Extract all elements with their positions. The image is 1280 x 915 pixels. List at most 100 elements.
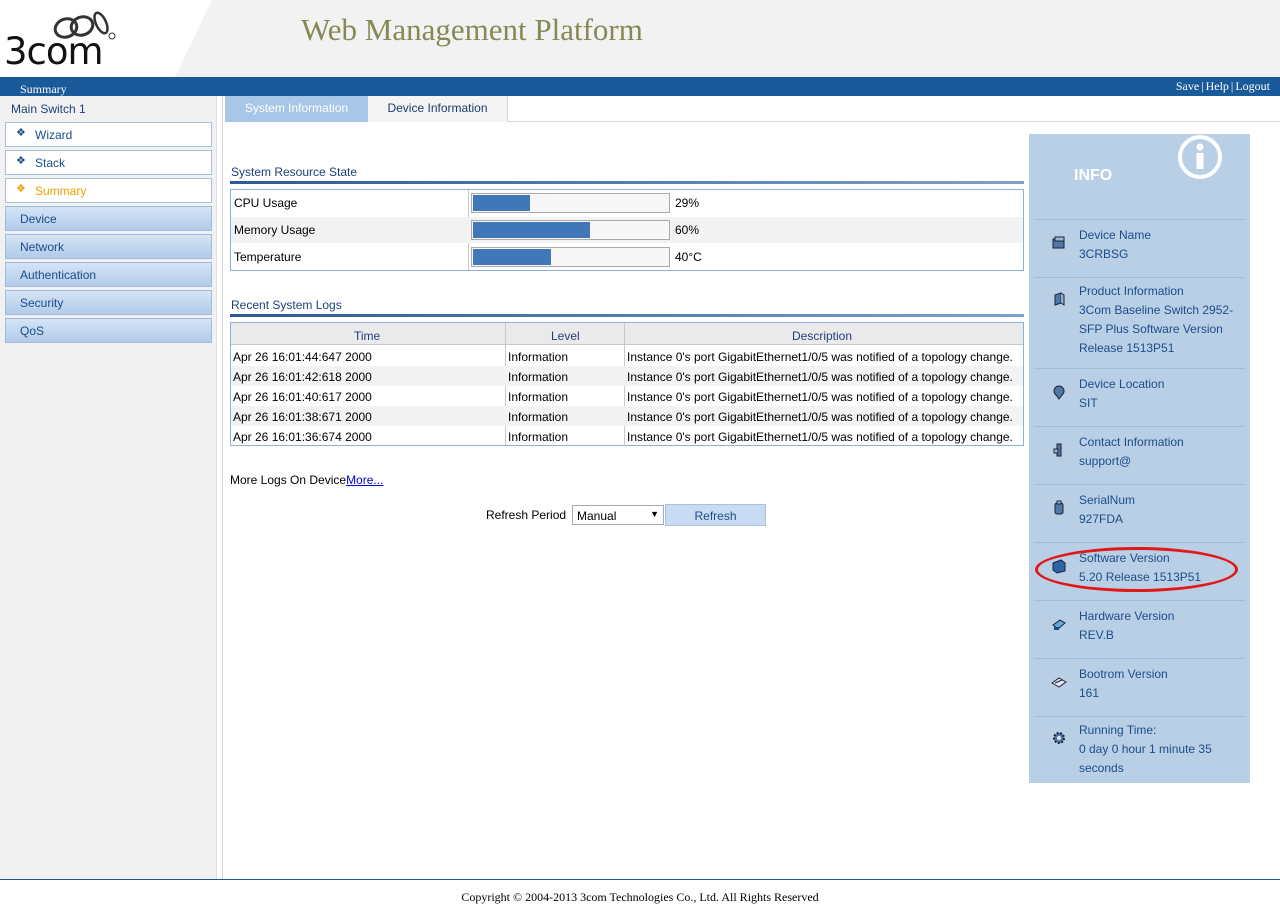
memory-usage-bar	[471, 220, 670, 240]
sidebar-item-network[interactable]: Network	[5, 234, 212, 259]
more-logs-label: More Logs On Device	[230, 473, 347, 487]
log-level: Information	[508, 370, 569, 384]
info-value: 927FDA	[1079, 512, 1124, 526]
info-panel: INFO Device Name 3CRBSG Product Informat…	[1029, 134, 1250, 783]
section-divider	[230, 314, 1024, 317]
sidebar: Main Switch 1 ❖ Wizard ❖ Stack ❖ Summary…	[0, 96, 217, 879]
save-link[interactable]: Save	[1176, 79, 1199, 93]
bar-fill	[473, 222, 590, 238]
table-row: Apr 26 16:01:44:647 2000 Information Ins…	[231, 346, 1023, 366]
more-logs-link[interactable]: More...	[346, 473, 383, 487]
info-key: Software Version	[1079, 551, 1170, 565]
product-info-icon	[1054, 292, 1065, 306]
temperature-bar	[471, 247, 670, 267]
diamond-icon: ❖	[16, 127, 26, 139]
sidebar-item-label: Network	[20, 240, 65, 254]
log-description: Instance 0's port GigabitEthernet1/0/5 w…	[627, 390, 1013, 404]
location-icon	[1053, 385, 1065, 400]
info-key: Device Location	[1079, 377, 1165, 391]
info-key: Product Information	[1079, 284, 1184, 298]
info-key: Hardware Version	[1079, 609, 1175, 623]
footer-divider	[0, 879, 1280, 880]
log-time: Apr 26 16:01:36:674 2000	[233, 430, 372, 444]
info-divider	[1034, 484, 1245, 485]
info-divider	[1034, 600, 1245, 601]
sidebar-item-security[interactable]: Security	[5, 290, 212, 315]
link-separator: |	[1230, 79, 1234, 93]
device-name-icon	[1052, 236, 1065, 249]
info-value: 161	[1079, 686, 1100, 700]
log-description: Instance 0's port GigabitEthernet1/0/5 w…	[627, 430, 1013, 444]
resource-label: Temperature	[234, 250, 302, 264]
header: 3com Web Management Platform	[0, 0, 1280, 77]
diamond-icon: ❖	[16, 183, 26, 195]
help-link[interactable]: Help	[1206, 79, 1229, 93]
column-header-time: Time	[354, 329, 381, 343]
sidebar-item-device[interactable]: Device	[5, 206, 212, 231]
log-level: Information	[508, 350, 569, 364]
info-value: 3Com Baseline Switch 2952-SFP Plus Softw…	[1079, 303, 1234, 355]
sidebar-item-label: QoS	[20, 324, 45, 338]
refresh-button[interactable]: Refresh	[665, 504, 766, 526]
bootrom-icon	[1051, 677, 1067, 688]
chevron-down-icon: ▼	[650, 509, 659, 519]
info-icon	[1178, 135, 1222, 179]
breadcrumb: Summary	[20, 82, 67, 96]
refresh-period-select[interactable]: Manual ▼	[572, 505, 664, 525]
info-value: 5.20 Release 1513P51	[1079, 570, 1202, 584]
info-key: Contact Information	[1079, 435, 1184, 449]
table-row: Apr 26 16:01:42:618 2000 Information Ins…	[231, 366, 1023, 386]
info-value: 0 day 0 hour 1 minute 35 seconds	[1079, 742, 1212, 775]
sidebar-item-label: Stack	[35, 156, 66, 170]
cpu-usage-bar	[471, 193, 670, 213]
content-divider	[222, 96, 223, 879]
resource-row-cpu: CPU Usage 29%	[231, 190, 1023, 216]
logout-link[interactable]: Logout	[1235, 79, 1270, 93]
sidebar-item-label: Authentication	[20, 268, 97, 282]
tab-device-information[interactable]: Device Information	[368, 96, 508, 122]
logo: 3com	[0, 0, 212, 77]
hardware-icon	[1052, 619, 1066, 630]
resource-value: 60%	[675, 223, 700, 237]
info-divider	[1034, 277, 1245, 278]
tab-system-information[interactable]: System Information	[225, 96, 368, 122]
sidebar-item-summary[interactable]: ❖ Summary	[5, 178, 212, 203]
tab-bar: System Information Device Information	[225, 96, 1280, 122]
resource-table: CPU Usage 29% Memory Usage 60% Temperatu…	[230, 189, 1024, 271]
log-level: Information	[508, 410, 569, 424]
resource-section-title: System Resource State	[231, 165, 358, 179]
resource-row-temperature: Temperature 40°C	[231, 244, 1023, 270]
info-value: REV.B	[1079, 628, 1114, 642]
sidebar-item-label: Security	[20, 296, 64, 310]
more-logs-line: More Logs On DeviceMore...	[230, 473, 383, 487]
info-divider	[1034, 426, 1245, 427]
column-header-level: Level	[551, 329, 580, 343]
sidebar-item-label: Wizard	[35, 128, 73, 142]
section-divider	[230, 181, 1024, 184]
info-divider	[1034, 368, 1245, 369]
log-level: Information	[508, 430, 569, 444]
column-header-description: Description	[792, 329, 853, 343]
info-divider	[1034, 658, 1245, 659]
diamond-icon: ❖	[16, 155, 26, 167]
sidebar-item-wizard[interactable]: ❖ Wizard	[5, 122, 212, 147]
log-time: Apr 26 16:01:38:671 2000	[233, 410, 372, 424]
resource-label: Memory Usage	[234, 223, 316, 237]
refresh-period-value: Manual	[577, 509, 617, 523]
logs-table: Time Level Description Apr 26 16:01:44:6…	[230, 322, 1024, 446]
contact-icon	[1053, 443, 1062, 457]
log-description: Instance 0's port GigabitEthernet1/0/5 w…	[627, 370, 1013, 384]
serial-icon	[1054, 500, 1064, 515]
sidebar-item-label: Summary	[35, 184, 87, 198]
sidebar-item-authentication[interactable]: Authentication	[5, 262, 212, 287]
bar-fill	[473, 195, 530, 211]
info-divider	[1034, 542, 1245, 543]
sidebar-item-stack[interactable]: ❖ Stack	[5, 150, 212, 175]
sidebar-item-qos[interactable]: QoS	[5, 318, 212, 343]
log-time: Apr 26 16:01:40:617 2000	[233, 390, 372, 404]
logs-section-title: Recent System Logs	[231, 298, 342, 312]
copyright-text: Copyright © 2004-2013 3com Technologies …	[461, 890, 819, 904]
logo-text: 3com	[4, 30, 104, 73]
link-separator: |	[1201, 79, 1204, 93]
app-title: Web Management Platform	[301, 12, 643, 47]
